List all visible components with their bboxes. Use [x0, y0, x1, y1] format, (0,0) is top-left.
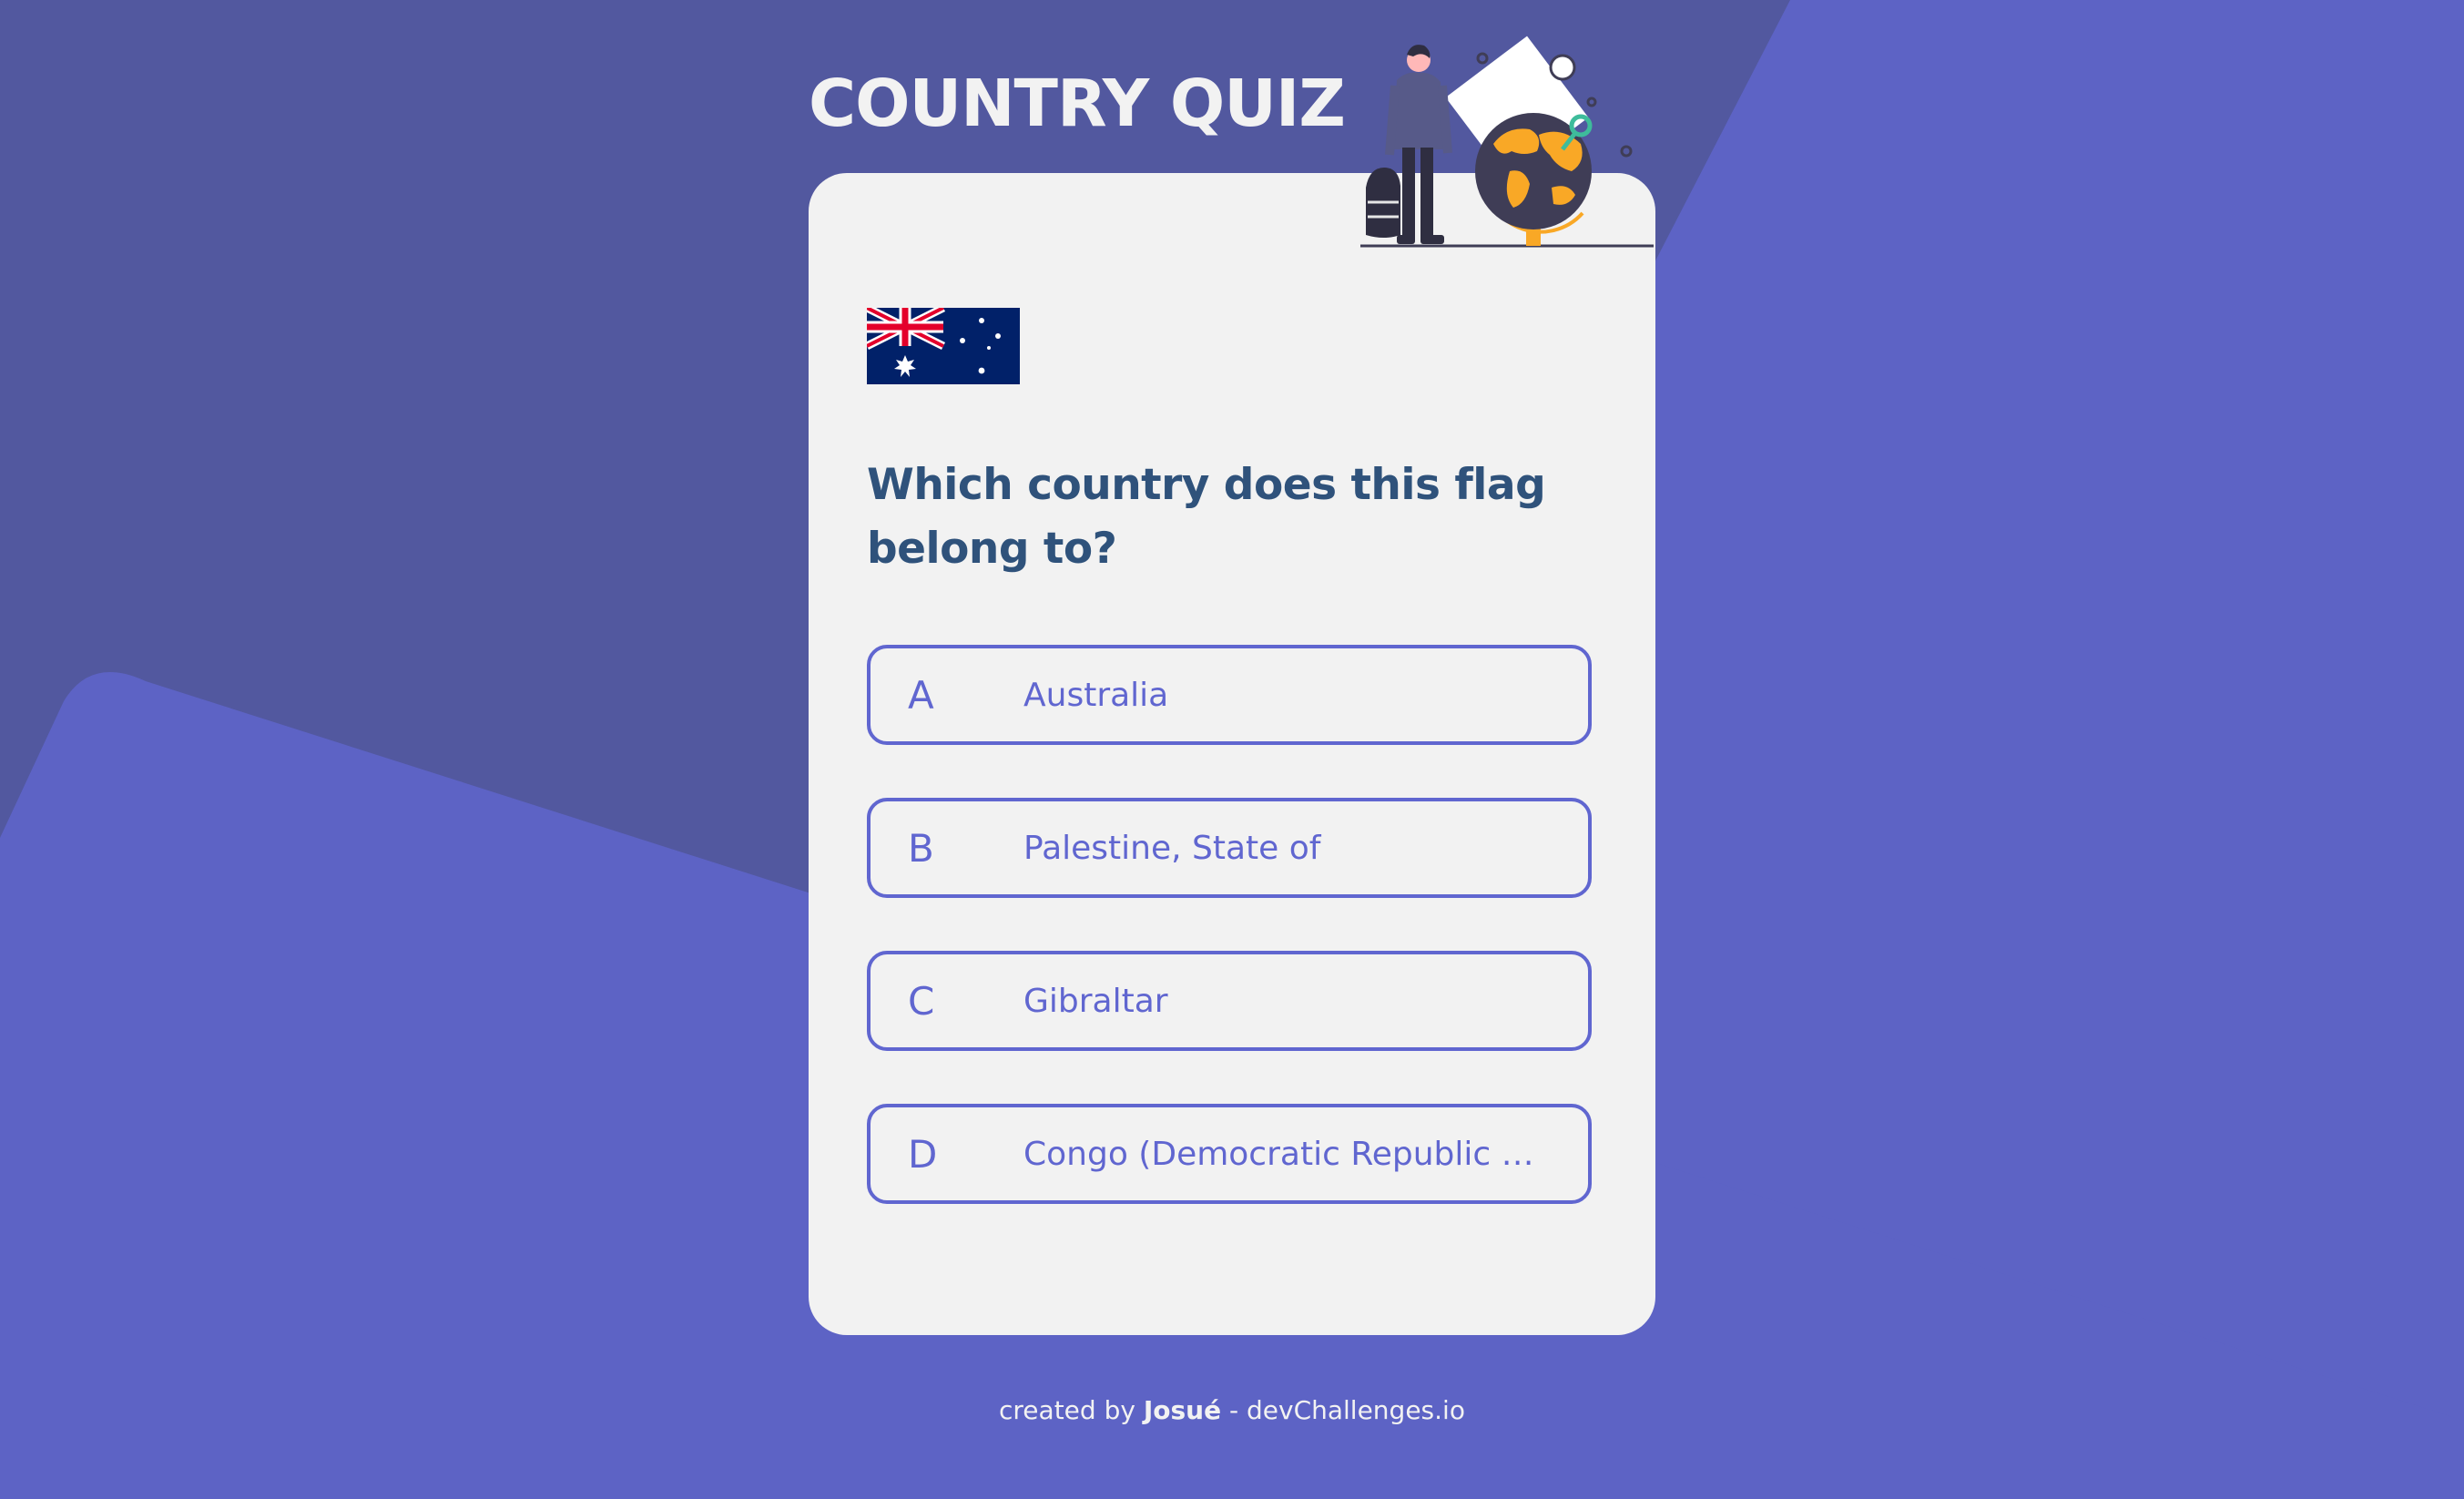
option-letter: D	[908, 1131, 938, 1177]
footer-separator: -	[1228, 1395, 1239, 1425]
footer-site-link[interactable]: devChallenges.io	[1247, 1395, 1465, 1425]
option-label: Palestine, State of	[1023, 829, 1321, 867]
option-label: Gibraltar	[1023, 982, 1168, 1020]
traveler-globe-illustration-icon	[1360, 36, 1654, 248]
option-letter: B	[908, 825, 934, 871]
footer-credit: created by Josué - devChallenges.io	[0, 1395, 2464, 1425]
quiz-card: Which country does this flag belong to? …	[809, 173, 1655, 1335]
option-letter: A	[908, 672, 934, 718]
footer-prefix: created by	[999, 1395, 1135, 1425]
answer-option-c[interactable]: C Gibraltar	[867, 951, 1592, 1051]
answer-option-b[interactable]: B Palestine, State of	[867, 798, 1592, 898]
option-letter: C	[908, 978, 935, 1024]
footer-author-link[interactable]: Josué	[1144, 1395, 1221, 1425]
page-title: COUNTRY QUIZ	[809, 66, 1346, 141]
option-label: Congo (Democratic Republic o…	[1023, 1135, 1554, 1173]
question-text: Which country does this flag belong to?	[867, 460, 1546, 574]
answer-option-a[interactable]: A Australia	[867, 645, 1592, 745]
answer-option-d[interactable]: D Congo (Democratic Republic o…	[867, 1104, 1592, 1204]
option-label: Australia	[1023, 676, 1169, 714]
australia-flag-image	[867, 308, 1020, 384]
